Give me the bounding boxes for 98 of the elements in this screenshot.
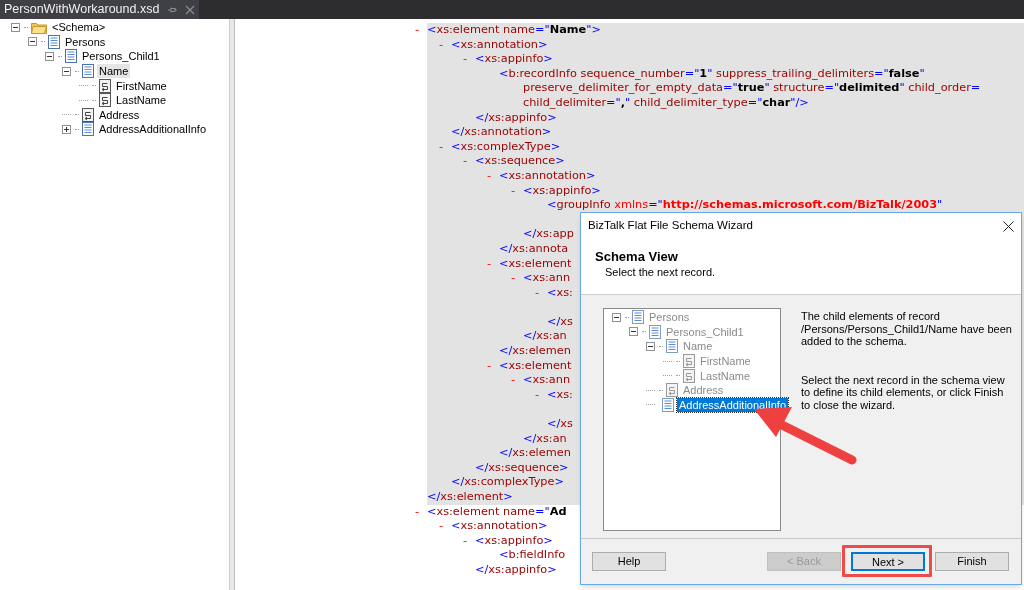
- collapse-toggle[interactable]: -: [511, 373, 516, 387]
- tree-item[interactable]: FirstName: [698, 354, 753, 369]
- collapse-toggle[interactable]: -: [463, 533, 468, 547]
- wizard-button[interactable]: Finish: [935, 552, 1009, 571]
- tree-item[interactable]: Persons_Child1: [664, 324, 746, 339]
- collapse-toggle[interactable]: -: [487, 256, 492, 270]
- code-line: </xs:app: [523, 227, 574, 241]
- code-line: </xs: [547, 314, 573, 328]
- code-line: <xs:annotation>: [499, 168, 596, 182]
- field-icon: [683, 354, 695, 369]
- tree-item[interactable]: AddressAdditionalInfo: [97, 122, 208, 137]
- tree-item[interactable]: Persons: [647, 310, 692, 325]
- collapse-toggle[interactable]: -: [439, 37, 444, 51]
- collapse-toggle[interactable]: -: [415, 23, 420, 36]
- code-line: child_delimiter="," child_delimiter_type="char"/>: [523, 95, 809, 109]
- tree-item[interactable]: Name: [97, 64, 131, 79]
- collapse-toggle[interactable]: -: [487, 358, 492, 372]
- code-line: </xs:an: [523, 329, 567, 343]
- collapse-icon[interactable]: [45, 52, 54, 61]
- dialog-title: BizTalk Flat File Schema Wizard: [588, 218, 753, 234]
- code-line: </xs:complexType>: [451, 475, 564, 489]
- document-icon: [48, 34, 60, 49]
- field-icon: [683, 368, 695, 383]
- code-line: <xs:: [547, 285, 573, 299]
- collapse-toggle[interactable]: -: [487, 168, 492, 182]
- code-line: <xs:appinfo>: [475, 533, 553, 547]
- code-line: <xs:sequence>: [475, 154, 565, 168]
- code-line: <xs:annotation>: [451, 519, 548, 533]
- collapse-toggle[interactable]: -: [415, 504, 420, 518]
- tree-item[interactable]: <Schema>: [50, 20, 108, 35]
- code-line: <xs:appinfo>: [523, 183, 601, 197]
- code-line: <b:fieldInfo: [499, 548, 566, 562]
- code-line: </xs:elemen: [499, 344, 571, 358]
- code-line: <xs:element name="Ad: [427, 504, 567, 518]
- collapse-icon[interactable]: [629, 327, 638, 337]
- collapse-toggle[interactable]: -: [463, 154, 468, 168]
- code-line: </xs:an: [523, 431, 567, 445]
- wizard-button[interactable]: Help: [592, 552, 666, 571]
- code-line: <xs:element name="Name">: [427, 23, 601, 36]
- document-icon: [649, 324, 661, 339]
- code-line: </xs: [547, 417, 573, 431]
- code-line: </xs:appinfo>: [475, 562, 557, 576]
- tree-item[interactable]: Persons_Child1: [80, 49, 162, 64]
- collapse-icon[interactable]: [646, 342, 655, 351]
- code-line: </xs:elemen: [499, 446, 571, 460]
- collapse-icon[interactable]: [28, 37, 37, 47]
- expand-icon[interactable]: [62, 124, 71, 134]
- tree-item[interactable]: Persons: [63, 34, 108, 49]
- code-line: <xs:element: [499, 358, 572, 372]
- folder-icon: [31, 20, 47, 34]
- field-icon: [99, 78, 111, 93]
- code-line: <xs:ann: [523, 373, 571, 387]
- code-line: </xs:element>: [427, 490, 513, 503]
- collapse-toggle[interactable]: -: [535, 285, 540, 299]
- collapse-toggle[interactable]: -: [439, 139, 444, 153]
- field-icon: [82, 107, 94, 122]
- code-line: </xs:appinfo>: [475, 110, 557, 124]
- collapse-icon[interactable]: [11, 22, 20, 32]
- document-icon: [82, 122, 94, 137]
- close-icon[interactable]: [1003, 220, 1014, 232]
- field-icon: [666, 383, 678, 398]
- collapse-toggle[interactable]: -: [439, 519, 444, 533]
- field-icon: [99, 93, 111, 108]
- code-line: <xs:appinfo>: [475, 52, 553, 66]
- collapse-toggle[interactable]: -: [511, 271, 516, 285]
- page-subtitle: Select the next record.: [604, 265, 717, 279]
- tree-item[interactable]: AddressAdditionalInfo: [677, 397, 788, 412]
- tree-item[interactable]: Address: [97, 107, 142, 122]
- code-line: </xs:annota: [499, 241, 569, 255]
- tree-item[interactable]: LastName: [698, 368, 753, 383]
- page-heading: Schema View: [595, 249, 679, 265]
- code-line: preserve_delimiter_for_empty_data="true" structure="delimited" child_order=: [523, 81, 981, 95]
- collapse-icon[interactable]: [62, 66, 71, 76]
- collapse-icon[interactable]: [612, 312, 621, 322]
- collapse-toggle[interactable]: -: [511, 183, 516, 197]
- document-tab[interactable]: PersonWithWorkaround.xsd: [0, 0, 200, 19]
- code-line: <b:recordInfo sequence_number="1" suppress_trailing_delimiters="false": [499, 66, 925, 80]
- code-line: <xs:: [547, 387, 573, 401]
- collapse-toggle[interactable]: -: [535, 387, 540, 401]
- tree-item[interactable]: Name: [681, 339, 715, 354]
- code-line: </xs:sequence>: [475, 460, 569, 474]
- instruction-text: Select the next record in the schema view to define its child elements, or click Finish to close the wizard.: [801, 373, 1006, 411]
- wizard-button[interactable]: Next >: [851, 552, 925, 571]
- code-line: </xs:annotation>: [451, 125, 552, 139]
- tree-item[interactable]: FirstName: [114, 78, 169, 93]
- document-icon: [666, 339, 678, 354]
- code-line: <xs:ann: [523, 271, 571, 285]
- document-icon: [662, 397, 674, 412]
- tree-item[interactable]: Address: [681, 383, 726, 398]
- code-line: <xs:annotation>: [451, 37, 548, 51]
- document-icon: [82, 64, 94, 79]
- collapse-toggle[interactable]: -: [463, 52, 468, 66]
- code-line: <groupInfo xmlns="http://schemas.microsoft.com/BizTalk/2003": [547, 198, 943, 212]
- document-icon: [65, 49, 77, 64]
- code-line: <xs:element: [499, 256, 572, 270]
- tree-item[interactable]: LastName: [114, 93, 169, 108]
- instruction-text: The child elements of record /Persons/Persons_Child1/Name have been added to the schema.: [801, 310, 1013, 348]
- code-line: <xs:complexType>: [451, 139, 561, 153]
